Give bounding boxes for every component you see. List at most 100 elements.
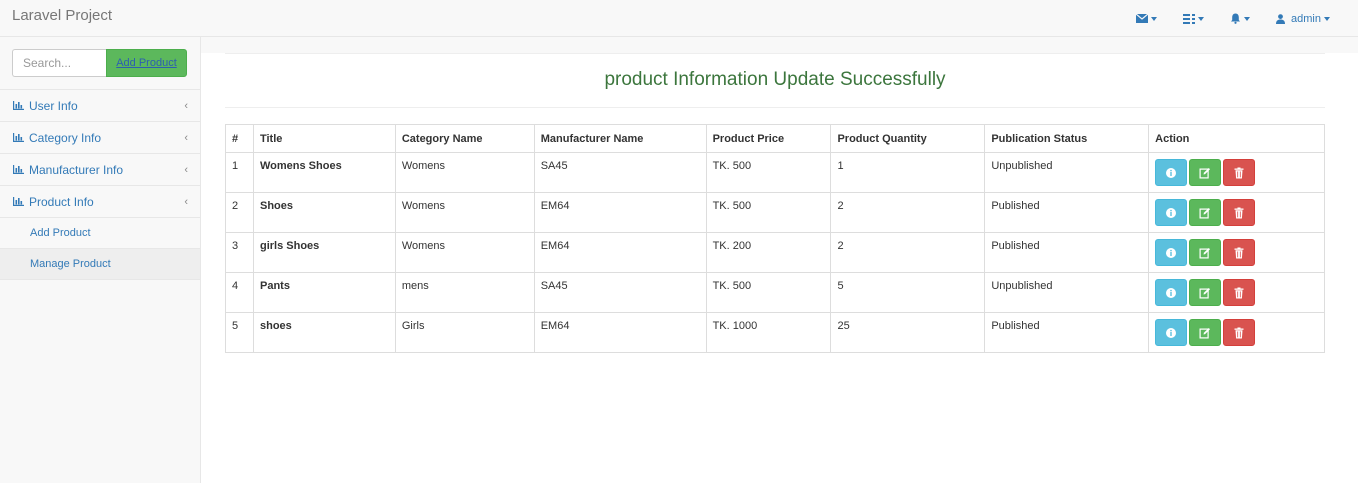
table-cell: shoes: [252, 312, 396, 353]
user-icon: [1276, 13, 1286, 24]
edit-icon: [1199, 287, 1211, 298]
column-header: Product Quantity: [830, 124, 986, 153]
table-cell: Published: [984, 192, 1150, 233]
table-row: 4 Pants mens SA45 TK. 500 5 Unpublished: [225, 272, 1325, 313]
table-cell: mens: [394, 272, 535, 313]
view-button[interactable]: [1155, 319, 1188, 346]
view-button[interactable]: [1155, 279, 1188, 306]
table-cell: 1: [225, 152, 254, 193]
user-dropdown[interactable]: admin: [1276, 13, 1330, 25]
table-cell: TK. 1000: [705, 312, 832, 353]
search-group: Add Product: [12, 49, 187, 77]
sidebar-item-product-info[interactable]: Product Info ‹: [0, 186, 200, 218]
table-cell: Girls: [394, 312, 535, 353]
table-cell: SA45: [533, 272, 707, 313]
view-button[interactable]: [1155, 199, 1188, 226]
bar-chart-icon: [13, 133, 24, 142]
info-icon: [1166, 247, 1177, 258]
main-content: product Information Update Successfully …: [201, 53, 1358, 483]
action-cell: [1148, 192, 1325, 233]
chevron-down-icon: [1198, 16, 1205, 21]
table-cell: EM64: [533, 312, 707, 353]
action-cell: [1148, 312, 1325, 353]
add-product-button[interactable]: Add Product: [106, 49, 187, 77]
chevron-down-icon: [1324, 16, 1330, 21]
table-cell: TK. 500: [705, 272, 832, 313]
chevron-down-icon: [1244, 16, 1251, 21]
sidebar-subitem-manage-product[interactable]: Manage Product: [0, 249, 200, 280]
column-header: Manufacturer Name: [533, 124, 707, 153]
action-cell: [1148, 272, 1325, 313]
sidebar: Add Product User Info ‹ Category Info ‹ …: [0, 37, 201, 483]
table-cell: EM64: [533, 192, 707, 233]
table-cell: 2: [830, 232, 986, 273]
action-cell: [1148, 232, 1325, 273]
table-cell: 5: [225, 312, 254, 353]
alerts-dropdown[interactable]: [1230, 13, 1251, 24]
sidebar-item-manufacturer-info[interactable]: Manufacturer Info ‹: [0, 154, 200, 186]
column-header: Title: [252, 124, 396, 153]
chevron-left-icon: ‹: [184, 164, 188, 176]
table-cell: Unpublished: [984, 272, 1150, 313]
column-header: Publication Status: [984, 124, 1150, 153]
column-header: #: [225, 124, 254, 153]
bar-chart-icon: [13, 197, 24, 206]
chevron-left-icon: ‹: [184, 132, 188, 144]
edit-icon: [1199, 247, 1211, 258]
divider: [225, 53, 1325, 54]
chevron-left-icon: ‹: [184, 100, 188, 112]
sidebar-item-user-info[interactable]: User Info ‹: [0, 90, 200, 122]
table-header-row: # Title Category Name Manufacturer Name …: [225, 124, 1325, 153]
sidebar-subitem-label: Manage Product: [30, 258, 111, 270]
sidebar-item-label: Category Info: [29, 130, 102, 145]
sidebar-item-label: Product Info: [29, 194, 94, 209]
delete-button[interactable]: [1223, 239, 1256, 266]
edit-icon: [1199, 167, 1211, 178]
table-body: 1 Womens Shoes Womens SA45 TK. 500 1 Unpublish…: [225, 152, 1325, 353]
delete-button[interactable]: [1223, 279, 1256, 306]
delete-button[interactable]: [1223, 199, 1256, 226]
edit-button[interactable]: [1189, 159, 1222, 186]
products-table: # Title Category Name Manufacturer Name …: [225, 124, 1325, 353]
column-header: Action: [1148, 124, 1325, 153]
table-cell: Published: [984, 312, 1150, 353]
divider: [225, 107, 1325, 108]
chevron-down-icon: [1151, 16, 1158, 21]
trash-icon: [1234, 247, 1244, 258]
delete-button[interactable]: [1223, 319, 1256, 346]
table-cell: Shoes: [252, 192, 396, 233]
table-cell: EM64: [533, 232, 707, 273]
brand-title[interactable]: Laravel Project: [12, 7, 112, 24]
table-cell: 3: [225, 232, 254, 273]
sidebar-item-category-info[interactable]: Category Info ‹: [0, 122, 200, 154]
trash-icon: [1234, 287, 1244, 298]
view-button[interactable]: [1155, 239, 1188, 266]
edit-button[interactable]: [1189, 279, 1222, 306]
table-cell: 2: [225, 192, 254, 233]
search-input[interactable]: [12, 49, 106, 77]
navbar-right: admin: [1110, 0, 1330, 37]
table-cell: TK. 500: [705, 192, 832, 233]
edit-button[interactable]: [1189, 199, 1222, 226]
top-navbar: Laravel Project admin: [0, 0, 1358, 37]
trash-icon: [1234, 167, 1244, 178]
view-button[interactable]: [1155, 159, 1188, 186]
messages-dropdown[interactable]: [1136, 14, 1158, 23]
action-cell: [1148, 152, 1325, 193]
table-cell: Womens Shoes: [252, 152, 396, 193]
sidebar-subitem-add-product[interactable]: Add Product: [0, 218, 200, 249]
edit-button[interactable]: [1189, 319, 1222, 346]
bell-icon: [1231, 13, 1241, 24]
info-icon: [1166, 287, 1177, 298]
delete-button[interactable]: [1223, 159, 1256, 186]
tasks-icon: [1183, 13, 1196, 24]
trash-icon: [1234, 207, 1244, 218]
edit-icon: [1199, 207, 1211, 218]
chevron-left-icon: ‹: [184, 196, 188, 208]
tasks-dropdown[interactable]: [1183, 13, 1205, 24]
table-cell: 5: [830, 272, 986, 313]
bar-chart-icon: [13, 165, 24, 174]
edit-button[interactable]: [1189, 239, 1222, 266]
table-cell: 4: [225, 272, 254, 313]
table-cell: Unpublished: [984, 152, 1150, 193]
